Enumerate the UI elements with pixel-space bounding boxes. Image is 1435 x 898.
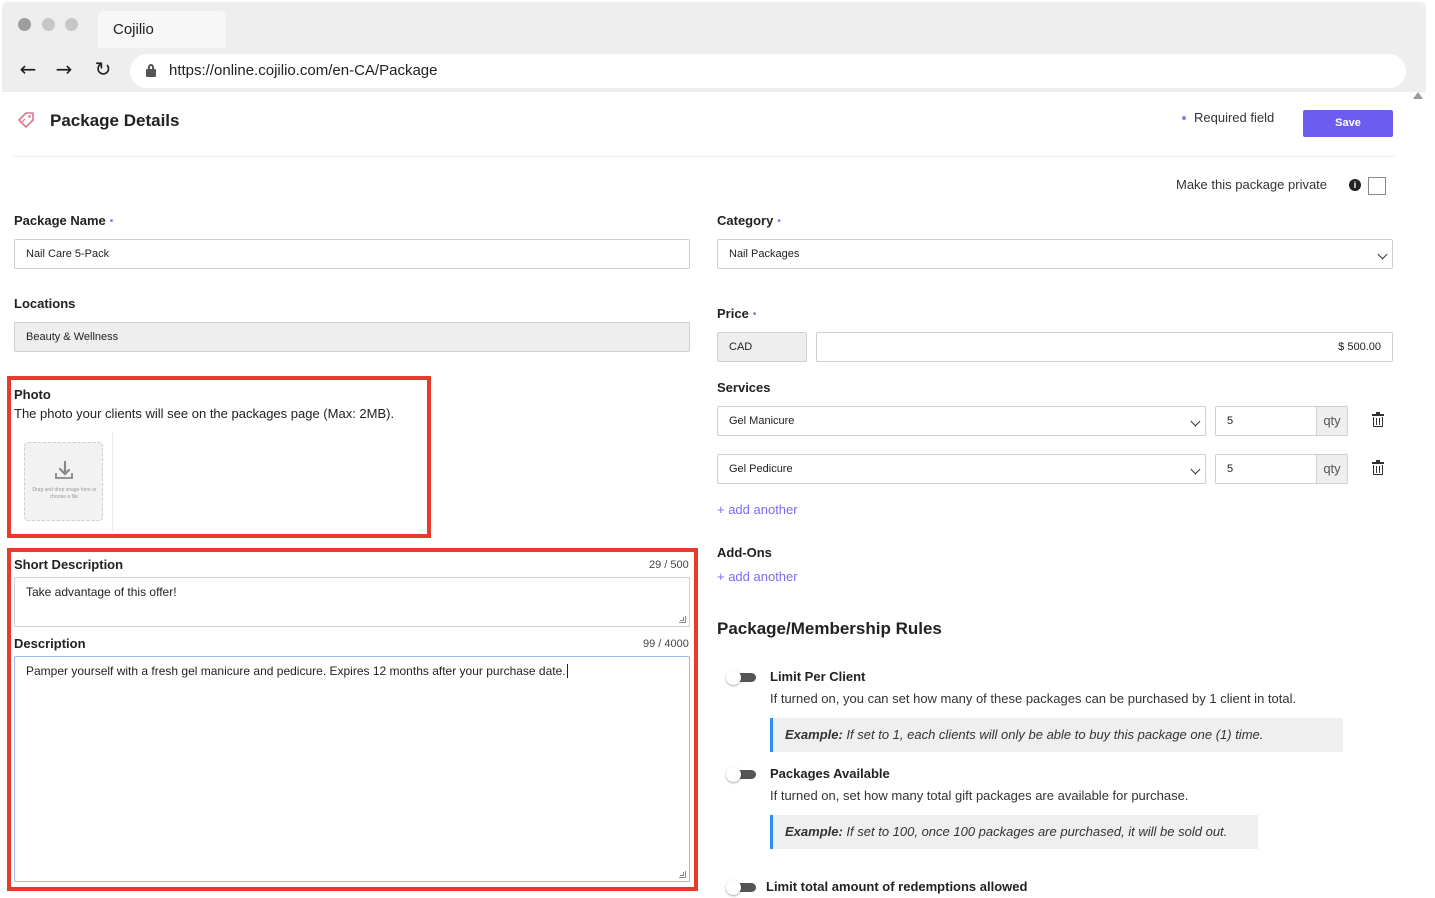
info-icon[interactable]: i — [1349, 179, 1361, 191]
add-addon-link[interactable]: + add another — [717, 569, 798, 584]
service-name: Gel Pedicure — [729, 463, 793, 475]
locations-label: Locations — [14, 296, 76, 311]
window-maximize-button[interactable] — [65, 18, 78, 31]
resize-handle-icon[interactable] — [679, 616, 686, 623]
description-label: Description — [14, 636, 86, 651]
text-cursor — [566, 664, 568, 678]
limit-redemptions-title: Limit total amount of redemptions allowe… — [766, 879, 1028, 894]
chevron-down-icon — [1377, 249, 1388, 260]
limit-per-client-desc: If turned on, you can set how many of th… — [770, 691, 1297, 706]
packages-available-desc: If turned on, set how many total gift pa… — [770, 788, 1189, 803]
scroll-up-arrow-icon[interactable] — [1413, 92, 1423, 99]
window-close-button[interactable] — [18, 18, 31, 31]
header-divider — [14, 156, 1394, 157]
description-counter: 99 / 4000 — [643, 638, 689, 650]
service-select-1[interactable]: Gel Manicure — [717, 406, 1206, 436]
browser-tab[interactable]: Cojilio — [98, 11, 226, 48]
short-description-textarea[interactable]: Take advantage of this offer! — [14, 577, 690, 627]
short-description-counter: 29 / 500 — [649, 559, 689, 571]
limit-per-client-example: Example: If set to 1, each clients will … — [770, 718, 1343, 752]
forward-arrow-icon[interactable]: → — [53, 58, 75, 80]
currency-field: CAD — [717, 332, 807, 362]
packages-available-title: Packages Available — [770, 766, 890, 781]
price-input[interactable]: $ 500.00 — [816, 332, 1393, 362]
back-arrow-icon[interactable]: ← — [17, 58, 39, 80]
category-select[interactable]: Nail Packages — [717, 239, 1393, 269]
dropzone-text: Drag and drop image here or choose a fil… — [32, 487, 97, 500]
service-select-2[interactable]: Gel Pedicure — [717, 454, 1206, 484]
chevron-down-icon — [1190, 416, 1201, 427]
qty-suffix: qty — [1316, 455, 1347, 483]
description-textarea[interactable]: Pamper yourself with a fresh gel manicur… — [14, 656, 690, 882]
services-label: Services — [717, 380, 771, 395]
required-dot-icon — [1182, 116, 1186, 120]
example-label: Example: — [785, 727, 843, 742]
lock-icon — [146, 64, 156, 77]
tag-icon — [18, 112, 34, 128]
address-bar[interactable]: https://online.cojilio.com/en-CA/Package — [130, 54, 1406, 88]
trash-icon[interactable] — [1372, 412, 1384, 427]
packages-available-toggle[interactable] — [726, 767, 758, 782]
photo-description: The photo your clients will see on the p… — [14, 406, 395, 421]
package-name-label: Package Name • — [14, 213, 114, 228]
service-qty-value: 5 — [1227, 463, 1234, 475]
chevron-down-icon — [1190, 464, 1201, 475]
packages-available-example: Example: If set to 100, once 100 package… — [770, 815, 1258, 849]
short-description-label: Short Description — [14, 557, 124, 572]
rules-section-title: Package/Membership Rules — [717, 619, 942, 638]
save-button[interactable]: Save — [1303, 110, 1393, 137]
limit-per-client-toggle[interactable] — [726, 670, 758, 685]
short-description-text: Take advantage of this offer! — [26, 585, 177, 599]
price-label: Price • — [717, 306, 757, 321]
limit-redemptions-toggle[interactable] — [726, 880, 758, 895]
private-label: Make this package private — [1176, 177, 1328, 192]
page-title: Package Details — [50, 111, 180, 130]
upload-icon — [55, 460, 73, 479]
reload-icon[interactable]: ↻ — [92, 58, 114, 80]
example-text: If set to 1, each clients will only be a… — [842, 727, 1264, 742]
photo-dropzone[interactable]: Drag and drop image here or choose a fil… — [24, 442, 103, 521]
limit-per-client-title: Limit Per Client — [770, 669, 866, 684]
example-label: Example: — [785, 824, 843, 839]
category-value: Nail Packages — [729, 248, 800, 260]
service-qty-input-2[interactable]: 5 qty — [1215, 454, 1348, 484]
trash-icon[interactable] — [1372, 460, 1384, 475]
category-label: Category • — [717, 213, 781, 228]
description-text: Pamper yourself with a fresh gel manicur… — [26, 664, 566, 678]
addons-label: Add-Ons — [717, 545, 772, 560]
add-service-link[interactable]: + add another — [717, 502, 798, 517]
example-text: If set to 100, once 100 packages are pur… — [842, 824, 1228, 839]
resize-handle-icon[interactable] — [679, 871, 686, 878]
private-checkbox[interactable] — [1368, 177, 1386, 195]
required-field-label: Required field — [1194, 110, 1275, 125]
browser-chrome: Cojilio ← → ↻ https://online.cojilio.com… — [2, 2, 1426, 92]
package-details-page: Package Details Required field Save Make… — [0, 92, 1435, 898]
url-text: https://online.cojilio.com/en-CA/Package — [169, 62, 438, 79]
service-qty-input-1[interactable]: 5 qty — [1215, 406, 1348, 436]
service-name: Gel Manicure — [729, 415, 795, 427]
locations-input[interactable]: Beauty & Wellness — [14, 322, 690, 352]
qty-suffix: qty — [1316, 407, 1347, 435]
service-qty-value: 5 — [1227, 415, 1234, 427]
package-name-input[interactable]: Nail Care 5-Pack — [14, 239, 690, 269]
browser-tab-title: Cojilio — [113, 21, 154, 38]
photo-label: Photo — [14, 387, 51, 402]
window-minimize-button[interactable] — [42, 18, 55, 31]
